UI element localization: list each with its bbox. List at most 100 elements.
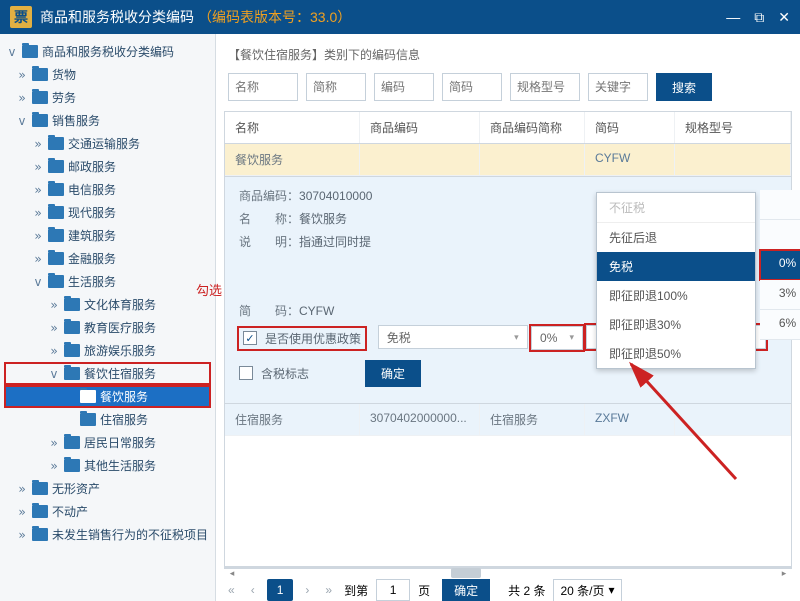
col-code[interactable]: 商品编码 [360, 112, 480, 143]
preference-dropdown[interactable]: 不征税 先征后退 免税 即征即退100% 即征即退30% 即征即退50% [596, 192, 756, 369]
col-abbr[interactable]: 简码 [585, 112, 675, 143]
tree-node[interactable]: »现代服务 [4, 201, 211, 224]
pager-total: 共 2 条 [508, 582, 545, 599]
caret-icon: ▾ [608, 583, 614, 597]
tree-node[interactable]: »交通运输服务 [4, 132, 211, 155]
dropdown-item[interactable]: 即征即退50% [597, 339, 755, 368]
tree-node[interactable]: v销售服务 [4, 109, 211, 132]
tree-node[interactable]: v餐饮住宿服务 [4, 362, 211, 385]
tree-node[interactable]: » 邮政服务 [4, 155, 211, 178]
twisty-icon: » [16, 68, 28, 82]
tree-node[interactable]: 住宿服务 [4, 408, 211, 431]
table-row[interactable]: 餐饮服务 CYFW [225, 144, 791, 176]
twisty-icon: » [48, 344, 60, 358]
restore-icon[interactable]: ⧉ [754, 9, 764, 26]
tax-row[interactable]: 6%普通零税率 [760, 310, 800, 340]
search-abbr[interactable] [442, 73, 502, 101]
tax-flag-checkbox[interactable] [239, 366, 253, 380]
pager-last[interactable]: » [321, 583, 336, 597]
twisty-icon: » [48, 321, 60, 335]
pager-next[interactable]: › [301, 583, 313, 597]
tree-node[interactable]: v商品和服务税收分类编码 [4, 40, 211, 63]
tree-label: 邮政服务 [68, 158, 116, 175]
folder-icon [48, 137, 64, 150]
tax-row[interactable]: 正常税率 [760, 220, 800, 250]
tree-sidebar[interactable]: v商品和服务税收分类编码»货物»劳务v销售服务»交通运输服务»邮政服务»电信服务… [0, 34, 216, 601]
dropdown-item[interactable]: 先征后退 [597, 223, 755, 252]
caret-icon: ▾ [570, 332, 575, 343]
search-name[interactable] [228, 73, 298, 101]
folder-icon [32, 91, 48, 104]
tree-node[interactable]: »文化体育服务 [4, 293, 211, 316]
use-preference-label: 是否使用优惠政策 [265, 330, 361, 347]
tree-node[interactable]: v生活服务 [4, 270, 211, 293]
twisty-icon: » [32, 229, 44, 243]
tree-node[interactable]: »旅游娱乐服务 [4, 339, 211, 362]
grid-header: 名称 商品编码 商品编码简称 简码 规格型号 [225, 112, 791, 144]
close-icon[interactable]: ✕ [778, 9, 790, 26]
twisty-icon: v [6, 45, 18, 59]
search-spec[interactable] [510, 73, 580, 101]
tree-node[interactable]: 餐饮服务 [4, 385, 211, 408]
name-value: 餐饮服务 [299, 212, 347, 226]
folder-icon [32, 68, 48, 81]
tree-node[interactable]: »建筑服务 [4, 224, 211, 247]
pager-prev[interactable]: ‹ [247, 583, 259, 597]
tree-label: 劳务 [52, 89, 76, 106]
cell-code [360, 144, 480, 175]
tax-row[interactable]: 3%不征增值税 [760, 280, 800, 310]
code-label: 商品编码： [239, 189, 299, 203]
tree-node[interactable]: »教育医疗服务 [4, 316, 211, 339]
folder-icon [64, 459, 80, 472]
tree-label: 金融服务 [68, 250, 116, 267]
twisty-icon: » [16, 528, 28, 542]
dropdown-item[interactable]: 免税 [597, 252, 755, 281]
tax-row[interactable]: 免税类型 [760, 190, 800, 220]
desc-label: 说 明： [239, 235, 299, 249]
folder-icon [32, 114, 48, 127]
tree-node[interactable]: »不动产 [4, 500, 211, 523]
pager-current[interactable]: 1 [267, 579, 294, 601]
tree-node[interactable]: »货物 [4, 63, 211, 86]
tree-node[interactable]: »无形资产 [4, 477, 211, 500]
tree-label: 其他生活服务 [84, 457, 156, 474]
tree-node[interactable]: »未发生销售行为的不征税项目 [4, 523, 211, 546]
tree-node[interactable]: »其他生活服务 [4, 454, 211, 477]
scroll-left-icon[interactable]: ◂ [225, 567, 239, 579]
pager-goto-input[interactable] [376, 579, 410, 601]
search-code[interactable] [374, 73, 434, 101]
tree-node[interactable]: »居民日常服务 [4, 431, 211, 454]
search-keyword[interactable] [588, 73, 648, 101]
pager-first[interactable]: « [224, 583, 239, 597]
search-shortname[interactable] [306, 73, 366, 101]
pager-goto-label: 到第 [344, 582, 368, 599]
tax-rate-select[interactable]: 0%▾ [531, 326, 583, 350]
col-spec[interactable]: 规格型号 [675, 112, 791, 143]
tax-pct: 3% [760, 280, 800, 310]
confirm-button[interactable]: 确定 [365, 360, 421, 387]
dropdown-item[interactable]: 即征即退30% [597, 310, 755, 339]
col-short[interactable]: 商品编码简称 [480, 112, 585, 143]
tree-label: 交通运输服务 [68, 135, 140, 152]
tree-node[interactable]: »金融服务 [4, 247, 211, 270]
dropdown-item[interactable]: 不征税 [597, 193, 755, 223]
tax-row[interactable]: 0%出口免税和其它免税优惠政策 [760, 250, 800, 280]
pager-perpage[interactable]: 20 条/页▾ [553, 579, 621, 601]
code-value: 30704010000 [299, 189, 372, 203]
horizontal-scrollbar[interactable]: ◂ ▸ [224, 567, 792, 568]
use-preference-checkbox[interactable] [243, 331, 257, 345]
tree-node[interactable]: »劳务 [4, 86, 211, 109]
scroll-thumb[interactable] [451, 568, 481, 578]
folder-icon [64, 298, 80, 311]
search-button[interactable]: 搜索 [656, 73, 712, 101]
col-name[interactable]: 名称 [225, 112, 360, 143]
preference-select[interactable]: 免税▾ [378, 325, 528, 349]
scroll-right-icon[interactable]: ▸ [777, 567, 791, 579]
tree-node[interactable]: »电信服务 [4, 178, 211, 201]
tree-label: 餐饮住宿服务 [84, 365, 156, 382]
dropdown-item[interactable]: 即征即退100% [597, 281, 755, 310]
minimize-icon[interactable]: — [726, 9, 740, 26]
table-row[interactable]: 住宿服务 3070402000000... 住宿服务 ZXFW [225, 404, 791, 436]
pager-confirm[interactable]: 确定 [442, 579, 490, 601]
twisty-icon: » [32, 160, 44, 174]
